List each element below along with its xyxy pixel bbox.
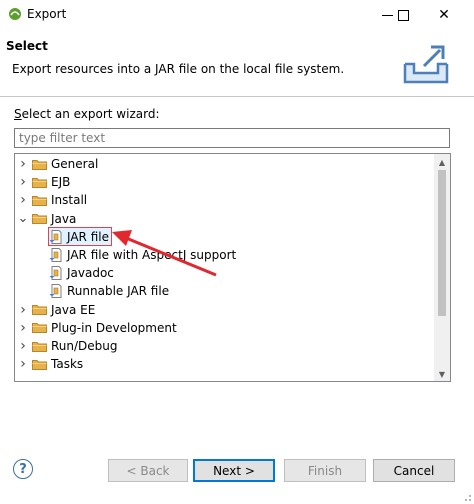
tree-folder-item[interactable]: ⌄ Java — [17, 210, 77, 228]
tree-leaf-item[interactable]: Runnable JAR file — [49, 282, 169, 300]
vertical-scrollbar[interactable]: ▲ ▼ — [434, 154, 450, 381]
finish-button[interactable]: Finish — [284, 459, 366, 482]
window-title: Export — [27, 7, 67, 21]
tree-folder-item[interactable]: › Install — [17, 191, 87, 209]
folder-icon — [32, 159, 47, 170]
folder-icon — [32, 359, 47, 370]
tree-item-label: JAR file — [67, 229, 109, 244]
chevron-right-icon[interactable]: › — [17, 301, 29, 319]
chevron-right-icon[interactable]: › — [17, 319, 29, 337]
wizard-tree[interactable]: › General › EJB › Install ⌄ Java JAR file JAR fil… — [14, 153, 451, 382]
back-button[interactable]: < Back — [108, 459, 188, 482]
tree-folder-item[interactable]: › Plug-in Development — [17, 319, 177, 337]
scroll-thumb[interactable] — [438, 170, 446, 316]
tree-leaf-item[interactable]: JAR file — [49, 228, 109, 246]
tree-leaf-item[interactable]: JAR file with AspectJ support — [49, 246, 236, 264]
cancel-button[interactable]: Cancel — [373, 459, 455, 482]
jar-file-icon — [49, 248, 62, 262]
tree-folder-item[interactable]: › Java EE — [17, 301, 95, 319]
folder-icon — [32, 195, 47, 206]
folder-icon — [32, 214, 47, 225]
tree-item-label: Java — [51, 211, 77, 226]
wizard-label: Select an export wizard: — [14, 107, 160, 121]
eclipse-icon — [9, 8, 21, 20]
chevron-right-icon[interactable]: › — [17, 155, 29, 173]
tree-item-label: EJB — [51, 175, 71, 190]
header-separator — [0, 96, 474, 97]
tree-item-label: General — [51, 157, 99, 171]
tree-folder-item[interactable]: › Tasks — [17, 355, 83, 373]
tree-folder-item[interactable]: › EJB — [17, 173, 70, 191]
help-icon[interactable]: ? — [13, 459, 33, 479]
tree-item-label: Javadoc — [67, 266, 114, 281]
tree-item-label: Run/Debug — [51, 339, 118, 353]
resize-grip-icon[interactable] — [462, 492, 472, 502]
jar-file-icon — [49, 284, 62, 299]
folder-icon — [32, 177, 47, 188]
tree-leaf-item[interactable]: Javadoc — [49, 264, 114, 282]
jar-file-icon — [49, 266, 62, 281]
page-description: Export resources into a JAR file on the … — [12, 62, 345, 76]
chevron-down-icon[interactable]: ⌄ — [17, 210, 29, 228]
tree-item-label: Tasks — [51, 357, 84, 372]
title-bar: Export ✕ — [0, 0, 474, 30]
folder-icon — [32, 323, 47, 334]
tree-folder-item[interactable]: › Run/Debug — [17, 337, 118, 355]
close-button[interactable]: ✕ — [430, 4, 458, 26]
tree-item-label: Plug-in Development — [51, 320, 177, 335]
tree-item-label: Java EE — [51, 302, 96, 317]
page-title: Select — [6, 39, 48, 53]
chevron-right-icon[interactable]: › — [17, 355, 29, 373]
chevron-right-icon[interactable]: › — [17, 337, 29, 355]
folder-icon — [32, 305, 47, 316]
tree-item-label: Runnable JAR file — [67, 284, 170, 299]
scroll-up-icon[interactable]: ▲ — [434, 155, 450, 169]
scroll-down-icon[interactable]: ▼ — [434, 367, 450, 381]
chevron-right-icon[interactable]: › — [17, 173, 29, 191]
filter-input[interactable] — [14, 128, 450, 148]
next-button[interactable]: Next > — [193, 459, 275, 482]
folder-icon — [32, 341, 47, 352]
maximize-icon — [397, 9, 409, 21]
close-icon: ✕ — [438, 7, 450, 23]
jar-file-icon — [49, 229, 62, 244]
tree-item-label: Install — [51, 193, 88, 208]
export-banner-icon — [403, 45, 449, 84]
tree-item-label: JAR file with AspectJ support — [67, 248, 237, 262]
maximize-button[interactable] — [389, 4, 417, 26]
chevron-right-icon[interactable]: › — [17, 191, 29, 209]
tree-folder-item[interactable]: › General — [17, 155, 98, 173]
wizard-header: Select Export resources into a JAR file … — [0, 30, 474, 96]
